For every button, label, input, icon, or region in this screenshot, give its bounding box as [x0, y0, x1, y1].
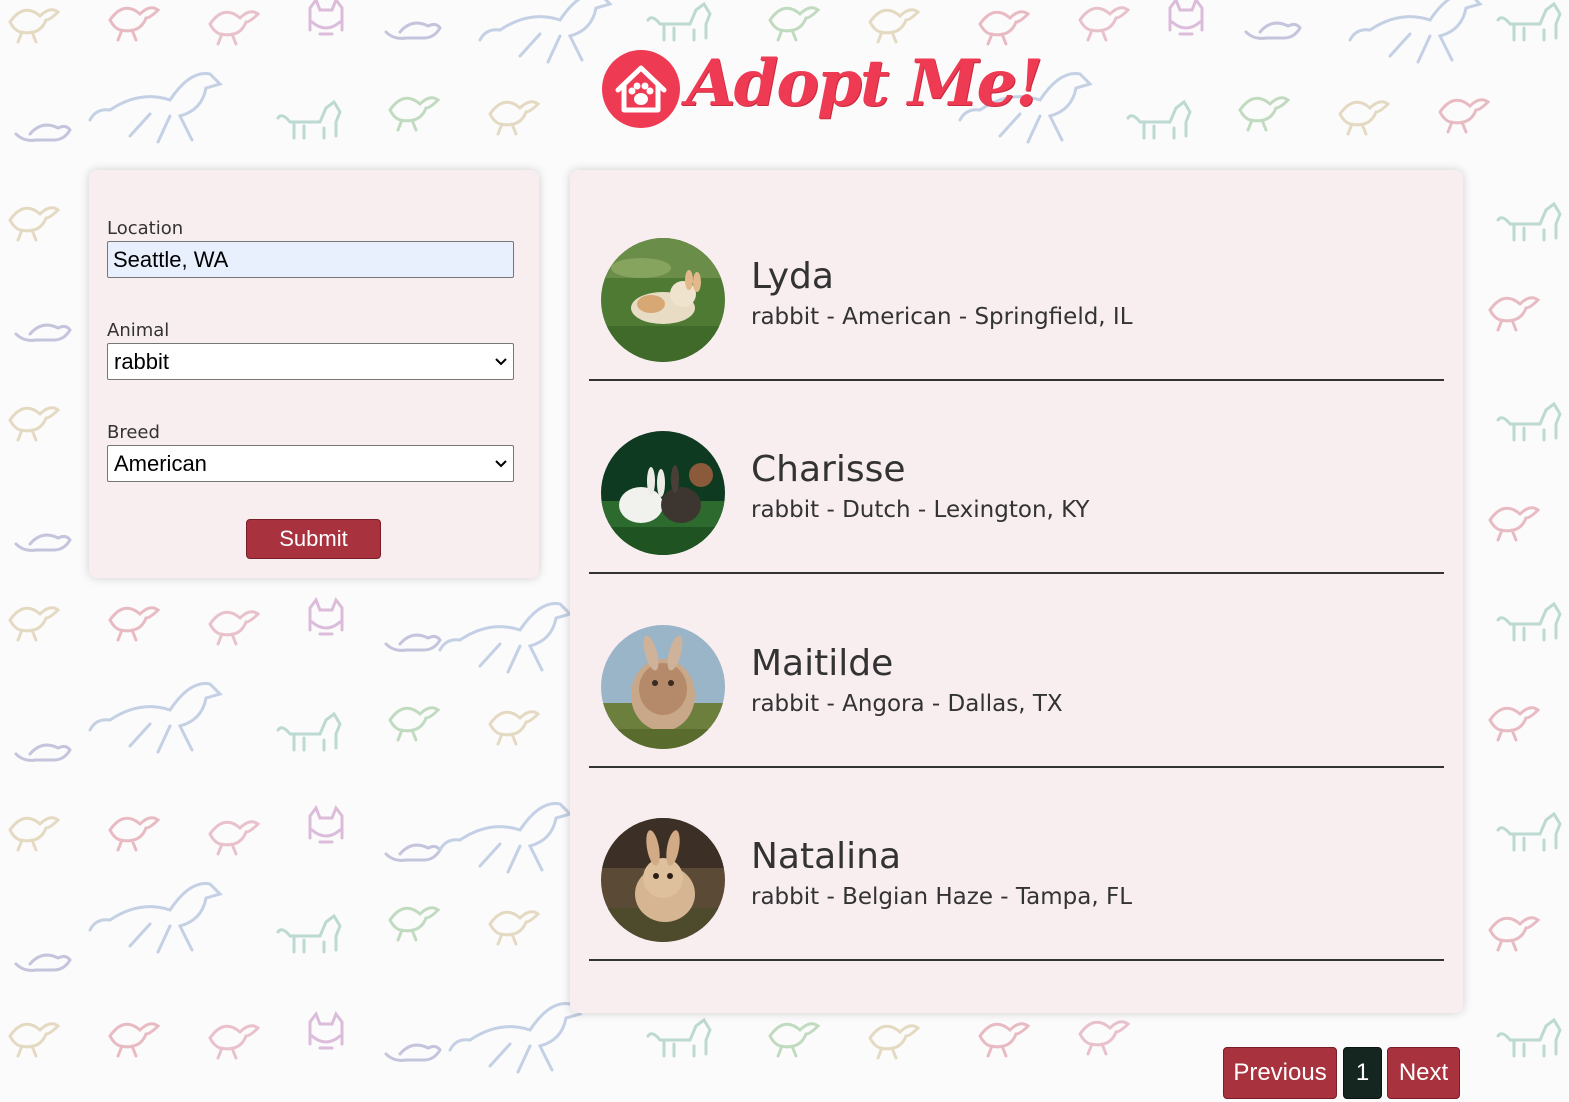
location-label: Location — [107, 218, 184, 239]
search-form: Location Animal rabbit Breed American Su… — [89, 170, 539, 578]
breed-select-value: American — [114, 451, 207, 476]
pet-card[interactable]: Maitilde rabbit - Angora - Dallas, TX — [589, 575, 1444, 768]
next-button[interactable]: Next — [1387, 1047, 1460, 1099]
submit-button[interactable]: Submit — [246, 519, 381, 559]
animal-select[interactable]: rabbit — [107, 343, 514, 380]
pet-info: rabbit - Belgian Haze - Tampa, FL — [751, 884, 1133, 910]
house-paw-icon — [602, 50, 680, 128]
pet-info: rabbit - Dutch - Lexington, KY — [751, 497, 1090, 523]
pet-card[interactable]: Charisse rabbit - Dutch - Lexington, KY — [589, 381, 1444, 574]
chevron-down-icon — [495, 460, 507, 468]
pet-card[interactable]: Lyda rabbit - American - Springfield, IL — [589, 188, 1444, 381]
pet-name: Charisse — [751, 449, 906, 490]
page-1-button[interactable]: 1 — [1343, 1047, 1382, 1099]
pet-photo — [601, 238, 725, 362]
site-logo[interactable]: Adopt Me! — [598, 46, 1043, 148]
breed-label: Breed — [107, 422, 160, 443]
animal-select-value: rabbit — [114, 349, 170, 374]
pet-info: rabbit - American - Springfield, IL — [751, 304, 1133, 330]
pet-name: Maitilde — [751, 643, 894, 684]
animal-label: Animal — [107, 320, 170, 341]
pet-photo — [601, 625, 725, 749]
pet-card[interactable]: Natalina rabbit - Belgian Haze - Tampa, … — [589, 768, 1444, 961]
logo-text: Adopt Me! — [686, 46, 1043, 121]
pet-name: Natalina — [751, 836, 902, 877]
pet-photo — [601, 818, 725, 942]
chevron-down-icon — [495, 358, 507, 366]
pet-photo — [601, 431, 725, 555]
breed-select[interactable]: American — [107, 445, 514, 482]
results-list: Lyda rabbit - American - Springfield, IL… — [570, 170, 1463, 1013]
pet-name: Lyda — [751, 256, 834, 297]
pet-info: rabbit - Angora - Dallas, TX — [751, 691, 1063, 717]
location-input[interactable] — [107, 241, 514, 278]
previous-button[interactable]: Previous — [1223, 1047, 1337, 1099]
